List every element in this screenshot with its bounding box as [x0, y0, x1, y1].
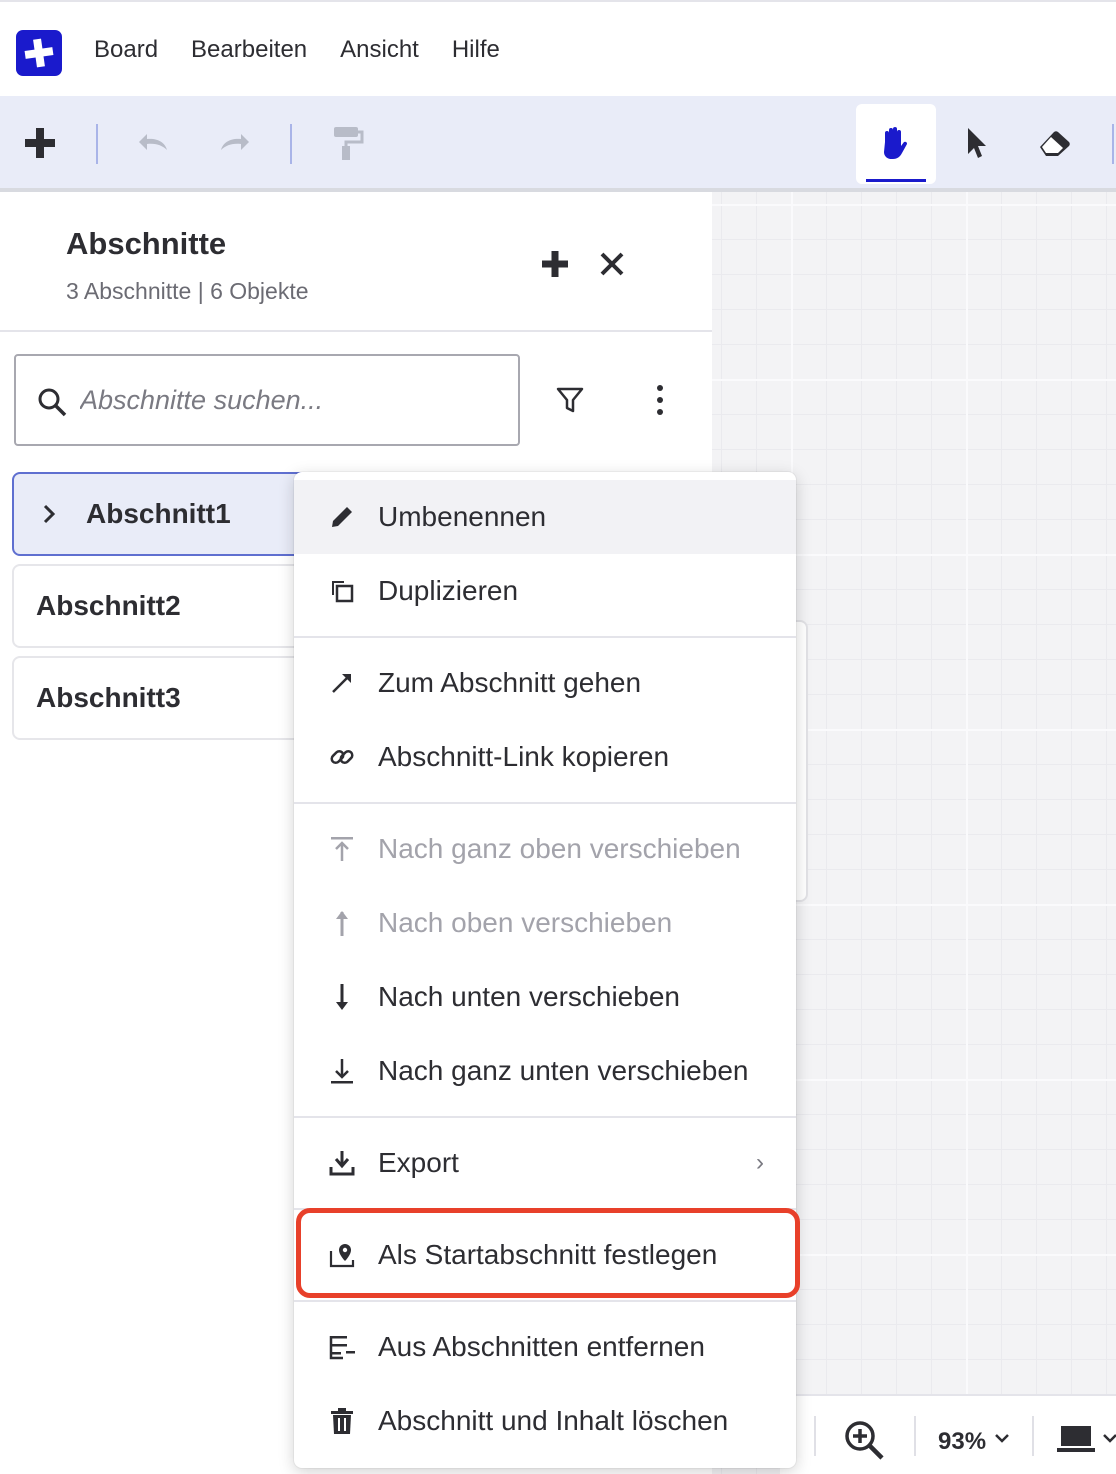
- filter-icon[interactable]: [548, 378, 592, 422]
- highlight-box: [296, 1208, 800, 1298]
- move-top-icon: [326, 833, 358, 865]
- undo-icon[interactable]: [128, 118, 178, 168]
- menu-item-zum-abschnitt-gehen[interactable]: Zum Abschnitt gehen: [294, 646, 796, 720]
- chevron-right-icon: ›: [756, 1149, 764, 1176]
- redo-icon[interactable]: [210, 118, 260, 168]
- remove-from-sections-icon: [326, 1331, 358, 1363]
- close-icon[interactable]: [592, 244, 632, 284]
- zoom-level[interactable]: 93%: [938, 1428, 986, 1456]
- menu-item-duplizieren[interactable]: Duplizieren: [294, 554, 796, 628]
- section-item-abschnitt2[interactable]: Abschnitt2: [12, 564, 312, 648]
- download-icon: [326, 1147, 358, 1179]
- chevron-right-icon[interactable]: [42, 502, 66, 526]
- bottom-bar: 93%: [780, 1394, 1116, 1474]
- chevron-down-icon[interactable]: [994, 1432, 1010, 1444]
- menu-item-aus-abschnitten-entfernen[interactable]: Aus Abschnitten entfernen: [294, 1310, 796, 1384]
- format-painter-icon[interactable]: [322, 118, 372, 168]
- menu-item-nach-unten[interactable]: Nach unten verschieben: [294, 960, 796, 1034]
- menu-bar: Board Bearbeiten Ansicht Hilfe: [0, 0, 1116, 96]
- eraser-icon[interactable]: [1030, 118, 1080, 168]
- duplicate-icon: [326, 575, 358, 607]
- menu-item-nach-ganz-unten[interactable]: Nach ganz unten verschieben: [294, 1034, 796, 1108]
- section-item-abschnitt1[interactable]: Abschnitt1: [12, 472, 312, 556]
- menu-board[interactable]: Board: [94, 36, 158, 64]
- section-label: Abschnitt1: [86, 498, 231, 529]
- search-icon: [38, 388, 67, 417]
- move-bottom-icon: [326, 1055, 358, 1087]
- search-input[interactable]: [80, 376, 500, 424]
- menu-ansicht[interactable]: Ansicht: [340, 36, 419, 64]
- toolbar: [0, 96, 1116, 192]
- chevron-down-icon[interactable]: [1102, 1432, 1116, 1444]
- menu-item-loeschen[interactable]: Abschnitt und Inhalt löschen: [294, 1384, 796, 1458]
- add-icon[interactable]: [15, 118, 65, 168]
- panel-subtitle: 3 Abschnitte | 6 Objekte: [66, 278, 309, 304]
- menu-bearbeiten[interactable]: Bearbeiten: [191, 36, 307, 64]
- move-up-icon: [326, 907, 358, 939]
- app-logo-icon[interactable]: [16, 30, 62, 76]
- add-section-button[interactable]: [535, 244, 575, 284]
- section-label: Abschnitt2: [36, 590, 181, 621]
- device-icon[interactable]: [1056, 1424, 1096, 1454]
- pointer-icon[interactable]: [950, 118, 1000, 168]
- menu-hilfe[interactable]: Hilfe: [452, 36, 500, 64]
- menu-item-link-kopieren[interactable]: Abschnitt-Link kopieren: [294, 720, 796, 794]
- hand-icon[interactable]: [871, 118, 921, 168]
- context-menu: Umbenennen Duplizieren Zum Abschnitt geh…: [294, 472, 796, 1468]
- section-label: Abschnitt3: [36, 682, 181, 713]
- more-options-icon[interactable]: [638, 378, 682, 422]
- menu-item-umbenennen[interactable]: Umbenennen: [294, 480, 796, 554]
- section-item-abschnitt3[interactable]: Abschnitt3: [12, 656, 312, 740]
- link-icon: [326, 741, 358, 773]
- arrow-up-right-icon: [326, 667, 358, 699]
- menu-item-nach-ganz-oben[interactable]: Nach ganz oben verschieben: [294, 812, 796, 886]
- zoom-in-icon[interactable]: [842, 1418, 886, 1462]
- search-field[interactable]: [14, 354, 520, 446]
- menu-item-export[interactable]: Export ›: [294, 1126, 796, 1200]
- pencil-icon: [326, 501, 358, 533]
- trash-icon: [326, 1405, 358, 1437]
- panel-title: Abschnitte: [66, 226, 227, 261]
- menu-item-nach-oben[interactable]: Nach oben verschieben: [294, 886, 796, 960]
- move-down-icon: [326, 981, 358, 1013]
